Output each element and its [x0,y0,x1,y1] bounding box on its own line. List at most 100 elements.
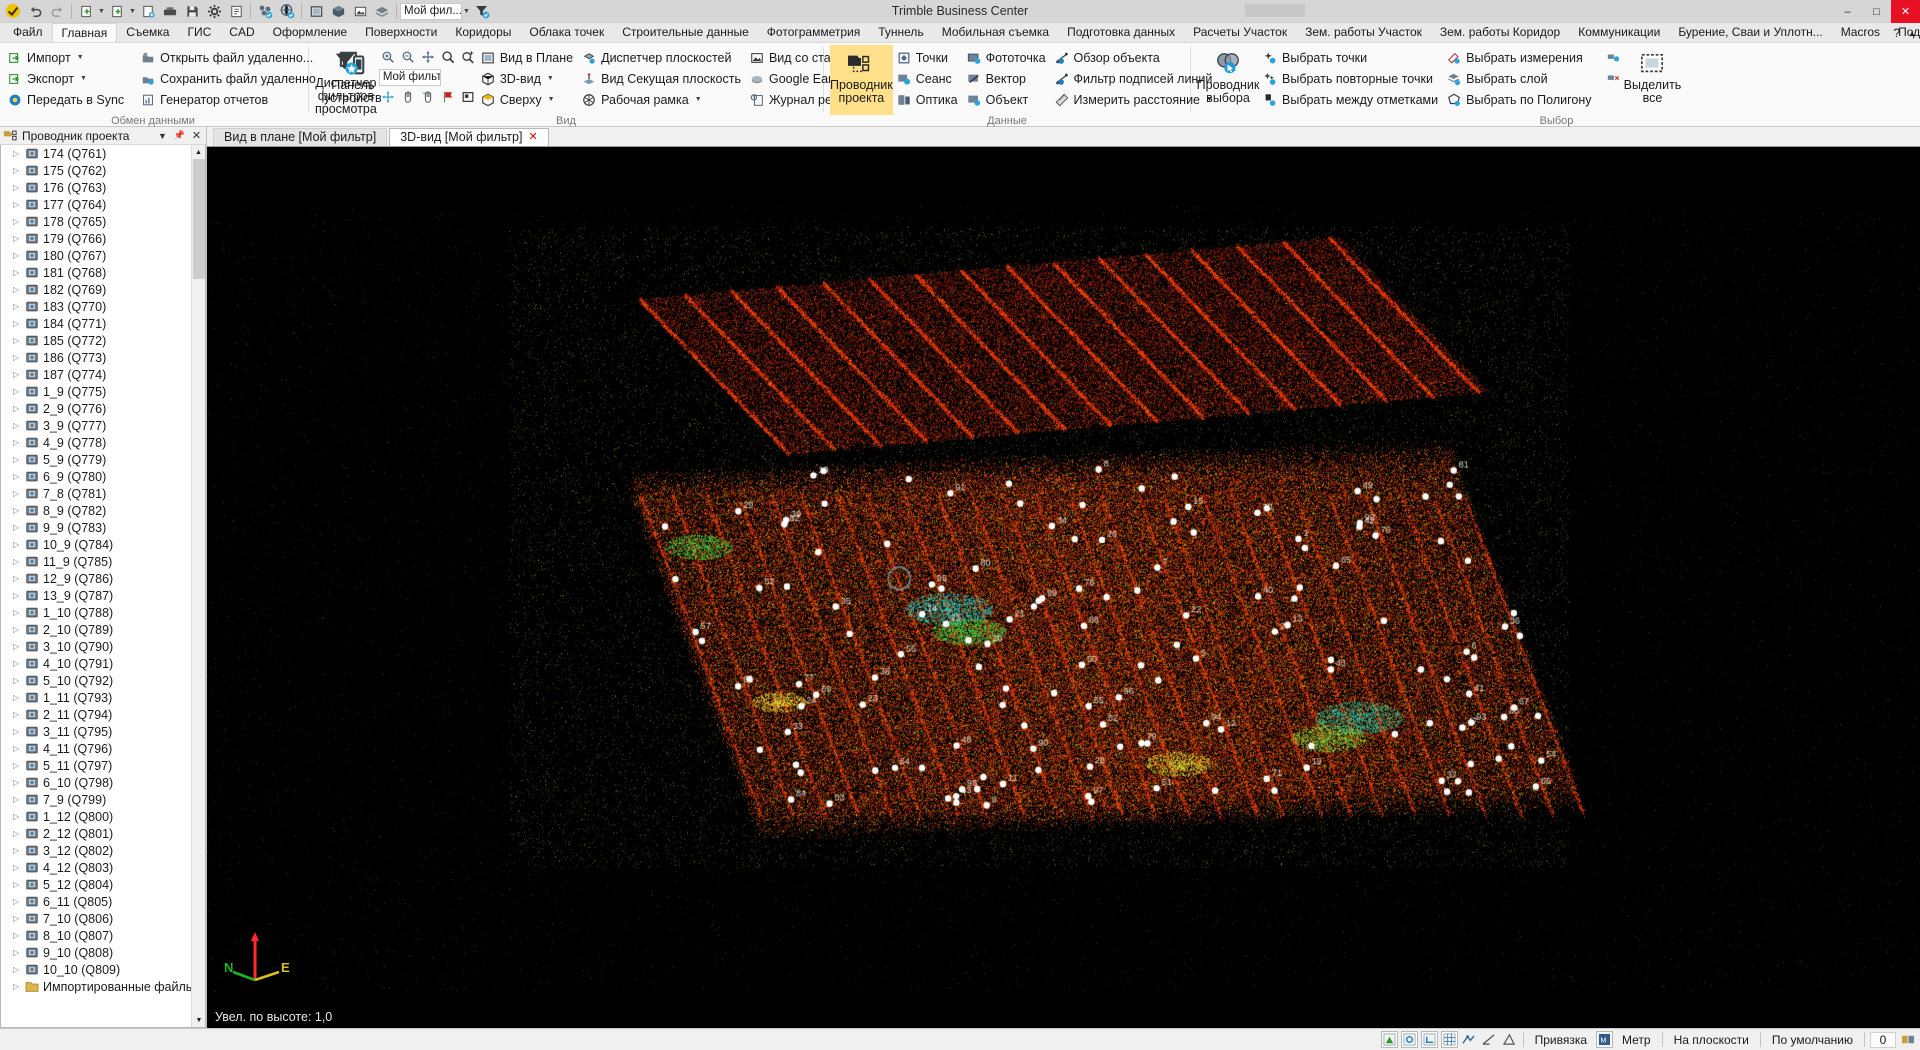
plane-manager-button[interactable]: Диспетчер плоскостей [578,47,746,68]
ribbon-tab-7[interactable]: Коридоры [446,23,520,42]
report-generator-button[interactable]: Генератор отчетов [137,89,321,110]
tree-expander[interactable]: ▷ [13,557,24,566]
tree-item[interactable]: ▷ 5_10 (Q792) [1,672,205,689]
tree-item[interactable]: ▷ 176 (Q763) [1,179,205,196]
points-button[interactable]: Точки [893,47,963,68]
tree-expander[interactable]: ▷ [13,591,24,600]
minimize-button[interactable]: – [1833,0,1862,23]
help-icon[interactable]: ? [1893,26,1900,40]
tree-expander[interactable]: ▷ [13,421,24,430]
scroll-thumb[interactable] [193,159,205,279]
tree-item[interactable]: ▷ 10_9 (Q784) [1,536,205,553]
flag-icon[interactable] [439,88,457,106]
project-tree[interactable]: ▷ 174 (Q761) ▷ 175 (Q762) ▷ 176 (Q763) ▷ 177 (Q… [0,145,206,1028]
tree-item[interactable]: ▷ 9_10 (Q808) [1,944,205,961]
tree-expander[interactable]: ▷ [13,795,24,804]
tree-item[interactable]: ▷ 175 (Q762) [1,162,205,179]
layer-icon[interactable] [371,1,393,22]
select-group1-button[interactable] [1602,47,1626,68]
chevron-down-icon[interactable]: ▼ [77,54,84,61]
save-file-remote-button[interactable]: Сохранить файл удаленно [137,68,321,89]
tree-item[interactable]: ▷ 7_10 (Q806) [1,910,205,927]
tree-expander[interactable]: ▷ [13,676,24,685]
select-measurements-button[interactable]: Выбрать измерения [1443,47,1596,68]
select-by-polygon-button[interactable]: Выбрать по Полигону [1443,89,1596,110]
document-tab-0[interactable]: Вид в плане [Мой фильтр] [213,128,387,146]
zoom-window-icon[interactable] [439,48,457,66]
select-all-button[interactable]: Выделить все [1626,45,1678,115]
tree-expander[interactable]: ▷ [13,234,24,243]
top-view-button[interactable]: Сверху ▼ [477,89,578,110]
tree-expander[interactable]: ▷ [13,625,24,634]
import-icon[interactable] [159,1,181,22]
tree-item[interactable]: ▷ 2_12 (Q801) [1,825,205,842]
document-tab-1[interactable]: 3D-вид [Мой фильтр] ✕ [389,128,548,146]
ribbon-tab-19[interactable]: Macros [1832,23,1889,42]
tree-expander[interactable]: ▷ [13,965,24,974]
tree-expander[interactable]: ▷ [13,489,24,498]
tree-item[interactable]: ▷ 5_11 (Q797) [1,757,205,774]
ribbon-tab-0[interactable]: Файл [4,23,52,42]
chevron-down-icon[interactable]: ▼ [156,131,169,141]
zoom-extents-icon[interactable] [419,48,437,66]
view-filter-select[interactable]: Мой фильтр ▼ [379,69,441,86]
pin-icon[interactable]: 📌 [173,130,186,141]
tree-expander[interactable]: ▷ [13,659,24,668]
tree-item[interactable]: ▷ 2_9 (Q776) [1,400,205,417]
tree-expander[interactable]: ▷ [13,319,24,328]
ribbon-tab-12[interactable]: Мобильная съемка [933,23,1058,42]
tree-expander[interactable]: ▷ [13,880,24,889]
chevron-up-icon[interactable]: ▲ [1908,29,1916,38]
tree-expander[interactable]: ▷ [13,897,24,906]
chevron-down-icon[interactable]: ▼ [128,8,137,15]
vector-button[interactable]: Вектор [963,68,1051,89]
status-units-label[interactable]: Метр [1616,1033,1657,1047]
tree-item[interactable]: ▷ 3_10 (Q790) [1,638,205,655]
chevron-down-icon[interactable]: ▼ [548,96,555,103]
open-project-icon[interactable] [106,1,128,22]
tree-item[interactable]: ▷ 181 (Q768) [1,264,205,281]
filter-badge-icon[interactable] [471,1,493,22]
tree-expander[interactable]: ▷ [13,183,24,192]
ribbon-tab-1[interactable]: Главная [52,23,118,42]
chevron-down-icon[interactable]: ▼ [695,96,702,103]
tree-expander[interactable]: ▷ [13,693,24,702]
tree-item[interactable]: ▷ 1_9 (Q775) [1,383,205,400]
open-file-remote-button[interactable]: Открыть файл удаленно... [137,47,321,68]
zoom-selected-icon[interactable] [459,48,477,66]
selection-explorer-button[interactable]: Проводник выбора [1197,45,1259,115]
ribbon-tab-6[interactable]: Поверхности [356,23,446,42]
tree-item[interactable]: ▷ 3_9 (Q777) [1,417,205,434]
tree-item[interactable]: ▷ 2_11 (Q794) [1,706,205,723]
tree-expander[interactable]: ▷ [13,455,24,464]
tree-expander[interactable]: ▷ [13,217,24,226]
tree-expander[interactable]: ▷ [13,931,24,940]
chevron-down-icon[interactable]: ▼ [97,8,106,15]
tree-item[interactable]: ▷ 8_10 (Q807) [1,927,205,944]
tree-expander[interactable]: ▷ [13,149,24,158]
tree-item[interactable]: ▷ 6_9 (Q780) [1,468,205,485]
tree-item[interactable]: ▷ 180 (Q767) [1,247,205,264]
ribbon-tab-16[interactable]: Зем. работы Коридор [1431,23,1569,42]
pan-hand-icon[interactable] [399,88,417,106]
ribbon-tab-13[interactable]: Подготовка данных [1058,23,1184,42]
tree-item[interactable]: ▷ 3_11 (Q795) [1,723,205,740]
pan-dynamic-icon[interactable] [379,88,397,106]
3d-viewport[interactable]: N E Увел. по высоте: 1,0 [207,146,1920,1028]
tree-item[interactable]: ▷ 5_9 (Q779) [1,451,205,468]
tree-item[interactable]: ▷ 8_9 (Q782) [1,502,205,519]
tree-item[interactable]: ▷ 7_9 (Q799) [1,791,205,808]
tree-expander[interactable]: ▷ [13,438,24,447]
select-points-button[interactable]: Выбрать точки [1259,47,1443,68]
tree-expander[interactable]: ▷ [13,727,24,736]
tree-scrollbar[interactable]: ▲ ▼ [191,145,205,1027]
tree-item[interactable]: ▷ 9_9 (Q783) [1,519,205,536]
ribbon-tab-5[interactable]: Оформление [264,23,356,42]
globe-icon[interactable] [276,1,298,22]
tree-expander[interactable]: ▷ [13,846,24,855]
tree-item[interactable]: ▷ 5_12 (Q804) [1,876,205,893]
select-duplicate-points-button[interactable]: Выбрать повторные точки [1259,68,1443,89]
save-icon[interactable] [181,1,203,22]
view-filter-manager-button[interactable]: Диспетчер фильтров просмотра [315,45,377,115]
chevron-down-icon[interactable]: ▼ [80,75,87,82]
